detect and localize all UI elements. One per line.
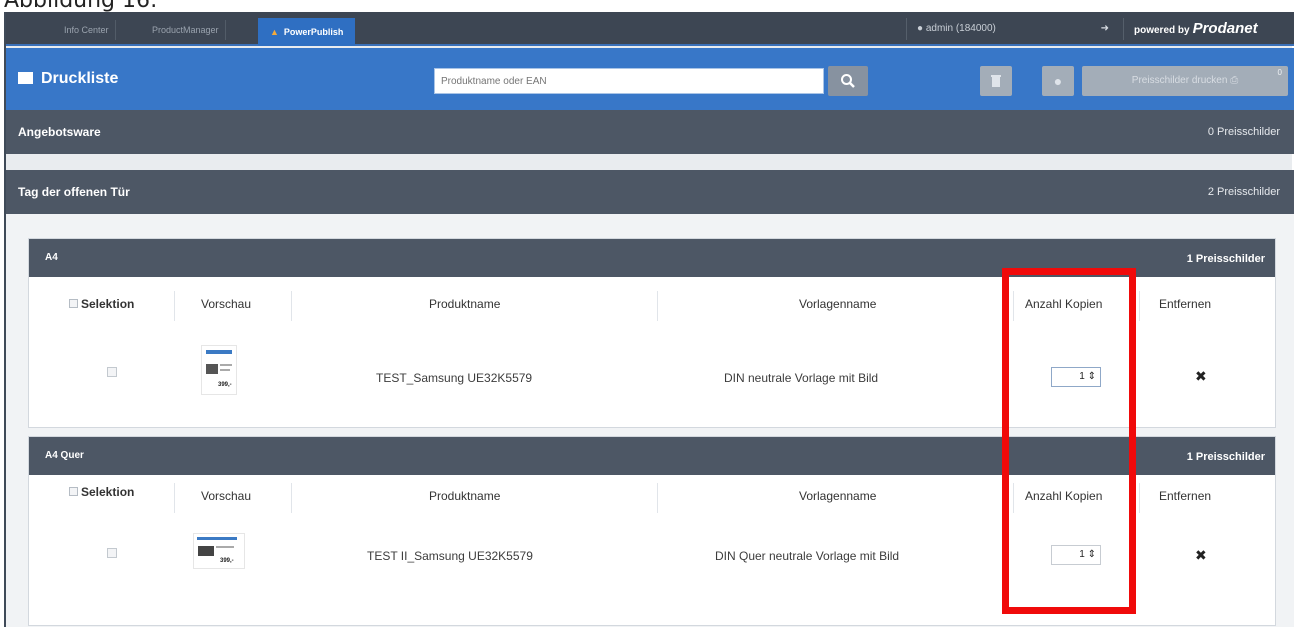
figure-caption: Abbildung 16: <box>4 0 158 13</box>
col-selection: Selektion <box>69 485 134 499</box>
home-icon: ▲ <box>270 27 279 37</box>
delete-button[interactable] <box>980 66 1012 96</box>
group-count: 2 Preisschilder <box>1207 186 1280 198</box>
select-all-checkbox[interactable] <box>69 487 78 496</box>
trash-icon <box>991 75 1001 87</box>
product-name: TEST II_Samsung UE32K5579 <box>367 549 533 563</box>
panel-count: 1 Preisschilder <box>1186 253 1265 265</box>
tab-info-center[interactable]: Info Center <box>58 20 116 40</box>
page-title: Druckliste <box>18 70 118 88</box>
tab-powerpublish[interactable]: ▲ PowerPublish <box>258 18 356 46</box>
preview-thumbnail[interactable]: 399,- <box>193 533 245 569</box>
col-template: Vorlagenname <box>799 489 877 503</box>
search-button[interactable] <box>828 66 868 96</box>
template-name: DIN neutrale Vorlage mit Bild <box>724 371 879 385</box>
tab-product-manager[interactable]: ProductManager <box>146 20 226 40</box>
top-navigation: Info Center ProductManager ▲ PowerPublish… <box>6 12 1294 46</box>
page-header: Druckliste ● Preisschilder drucken ⎙ 0 <box>6 48 1294 110</box>
col-remove: Entfernen <box>1159 297 1212 311</box>
group-count: 0 Preisschilder <box>1207 126 1280 138</box>
print-button-label: Preisschilder drucken <box>1131 75 1228 86</box>
highlight-annotation-copies <box>1002 268 1136 614</box>
thumbnail-price: 399,- <box>220 558 234 564</box>
brand-logo: Prodanet <box>1192 20 1258 37</box>
powered-label: powered by <box>1134 25 1190 36</box>
print-count-badge: 0 <box>1277 68 1282 77</box>
column-divider <box>657 483 658 513</box>
col-selection-label: Selektion <box>81 485 135 499</box>
col-template: Vorlagenname <box>799 297 877 311</box>
user-name: admin (184000) <box>925 23 996 34</box>
group-tag-der-offenen-tuer[interactable]: Tag der offenen Tür 2 Preisschilder <box>6 170 1294 214</box>
list-icon <box>18 72 33 84</box>
remove-icon[interactable]: ✖ <box>1195 368 1207 385</box>
tab-powerpublish-label: PowerPublish <box>283 27 344 37</box>
group-title: Tag der offenen Tür <box>18 185 130 199</box>
user-icon: ● <box>917 23 924 34</box>
preview-thumbnail[interactable]: 399,- <box>201 345 237 395</box>
col-preview: Vorschau <box>201 489 252 503</box>
col-selection: Selektion <box>69 297 134 311</box>
column-divider <box>291 291 292 321</box>
printer-icon: ⎙ <box>1230 75 1239 86</box>
col-product: Produktname <box>429 297 501 311</box>
row-checkbox[interactable] <box>107 367 117 377</box>
column-divider <box>1139 483 1140 513</box>
remove-icon[interactable]: ✖ <box>1195 547 1207 564</box>
column-divider <box>174 483 175 513</box>
col-selection-label: Selektion <box>81 297 135 311</box>
col-preview: Vorschau <box>201 297 252 311</box>
powered-by: powered by Prodanet <box>1134 19 1258 41</box>
panel-title: A4 Quer <box>45 450 84 461</box>
row-checkbox[interactable] <box>107 548 117 558</box>
product-name: TEST_Samsung UE32K5579 <box>376 371 533 385</box>
thumbnail-price: 399,- <box>218 382 232 388</box>
column-divider <box>291 483 292 513</box>
panel-title: A4 <box>45 252 58 263</box>
search-input[interactable] <box>434 68 824 94</box>
col-product: Produktname <box>429 489 501 503</box>
col-remove: Entfernen <box>1159 489 1212 503</box>
group-angebotsware[interactable]: Angebotsware 0 Preisschilder <box>6 110 1294 154</box>
print-price-tags-button[interactable]: Preisschilder drucken ⎙ 0 <box>1082 66 1288 96</box>
search-icon <box>841 74 855 88</box>
user-menu[interactable]: ● admin (184000) ➜ <box>906 18 1124 40</box>
template-name: DIN Quer neutrale Vorlage mit Bild <box>715 549 900 563</box>
select-all-checkbox[interactable] <box>69 299 78 308</box>
info-icon: ● <box>1053 73 1063 89</box>
logout-icon[interactable]: ➜ <box>1101 18 1109 40</box>
group-title: Angebotsware <box>18 125 101 139</box>
column-divider <box>174 291 175 321</box>
info-button[interactable]: ● <box>1042 66 1074 96</box>
column-divider <box>657 291 658 321</box>
column-divider <box>1139 291 1140 321</box>
page-title-text: Druckliste <box>41 70 119 87</box>
panel-count: 1 Preisschilder <box>1186 451 1265 463</box>
